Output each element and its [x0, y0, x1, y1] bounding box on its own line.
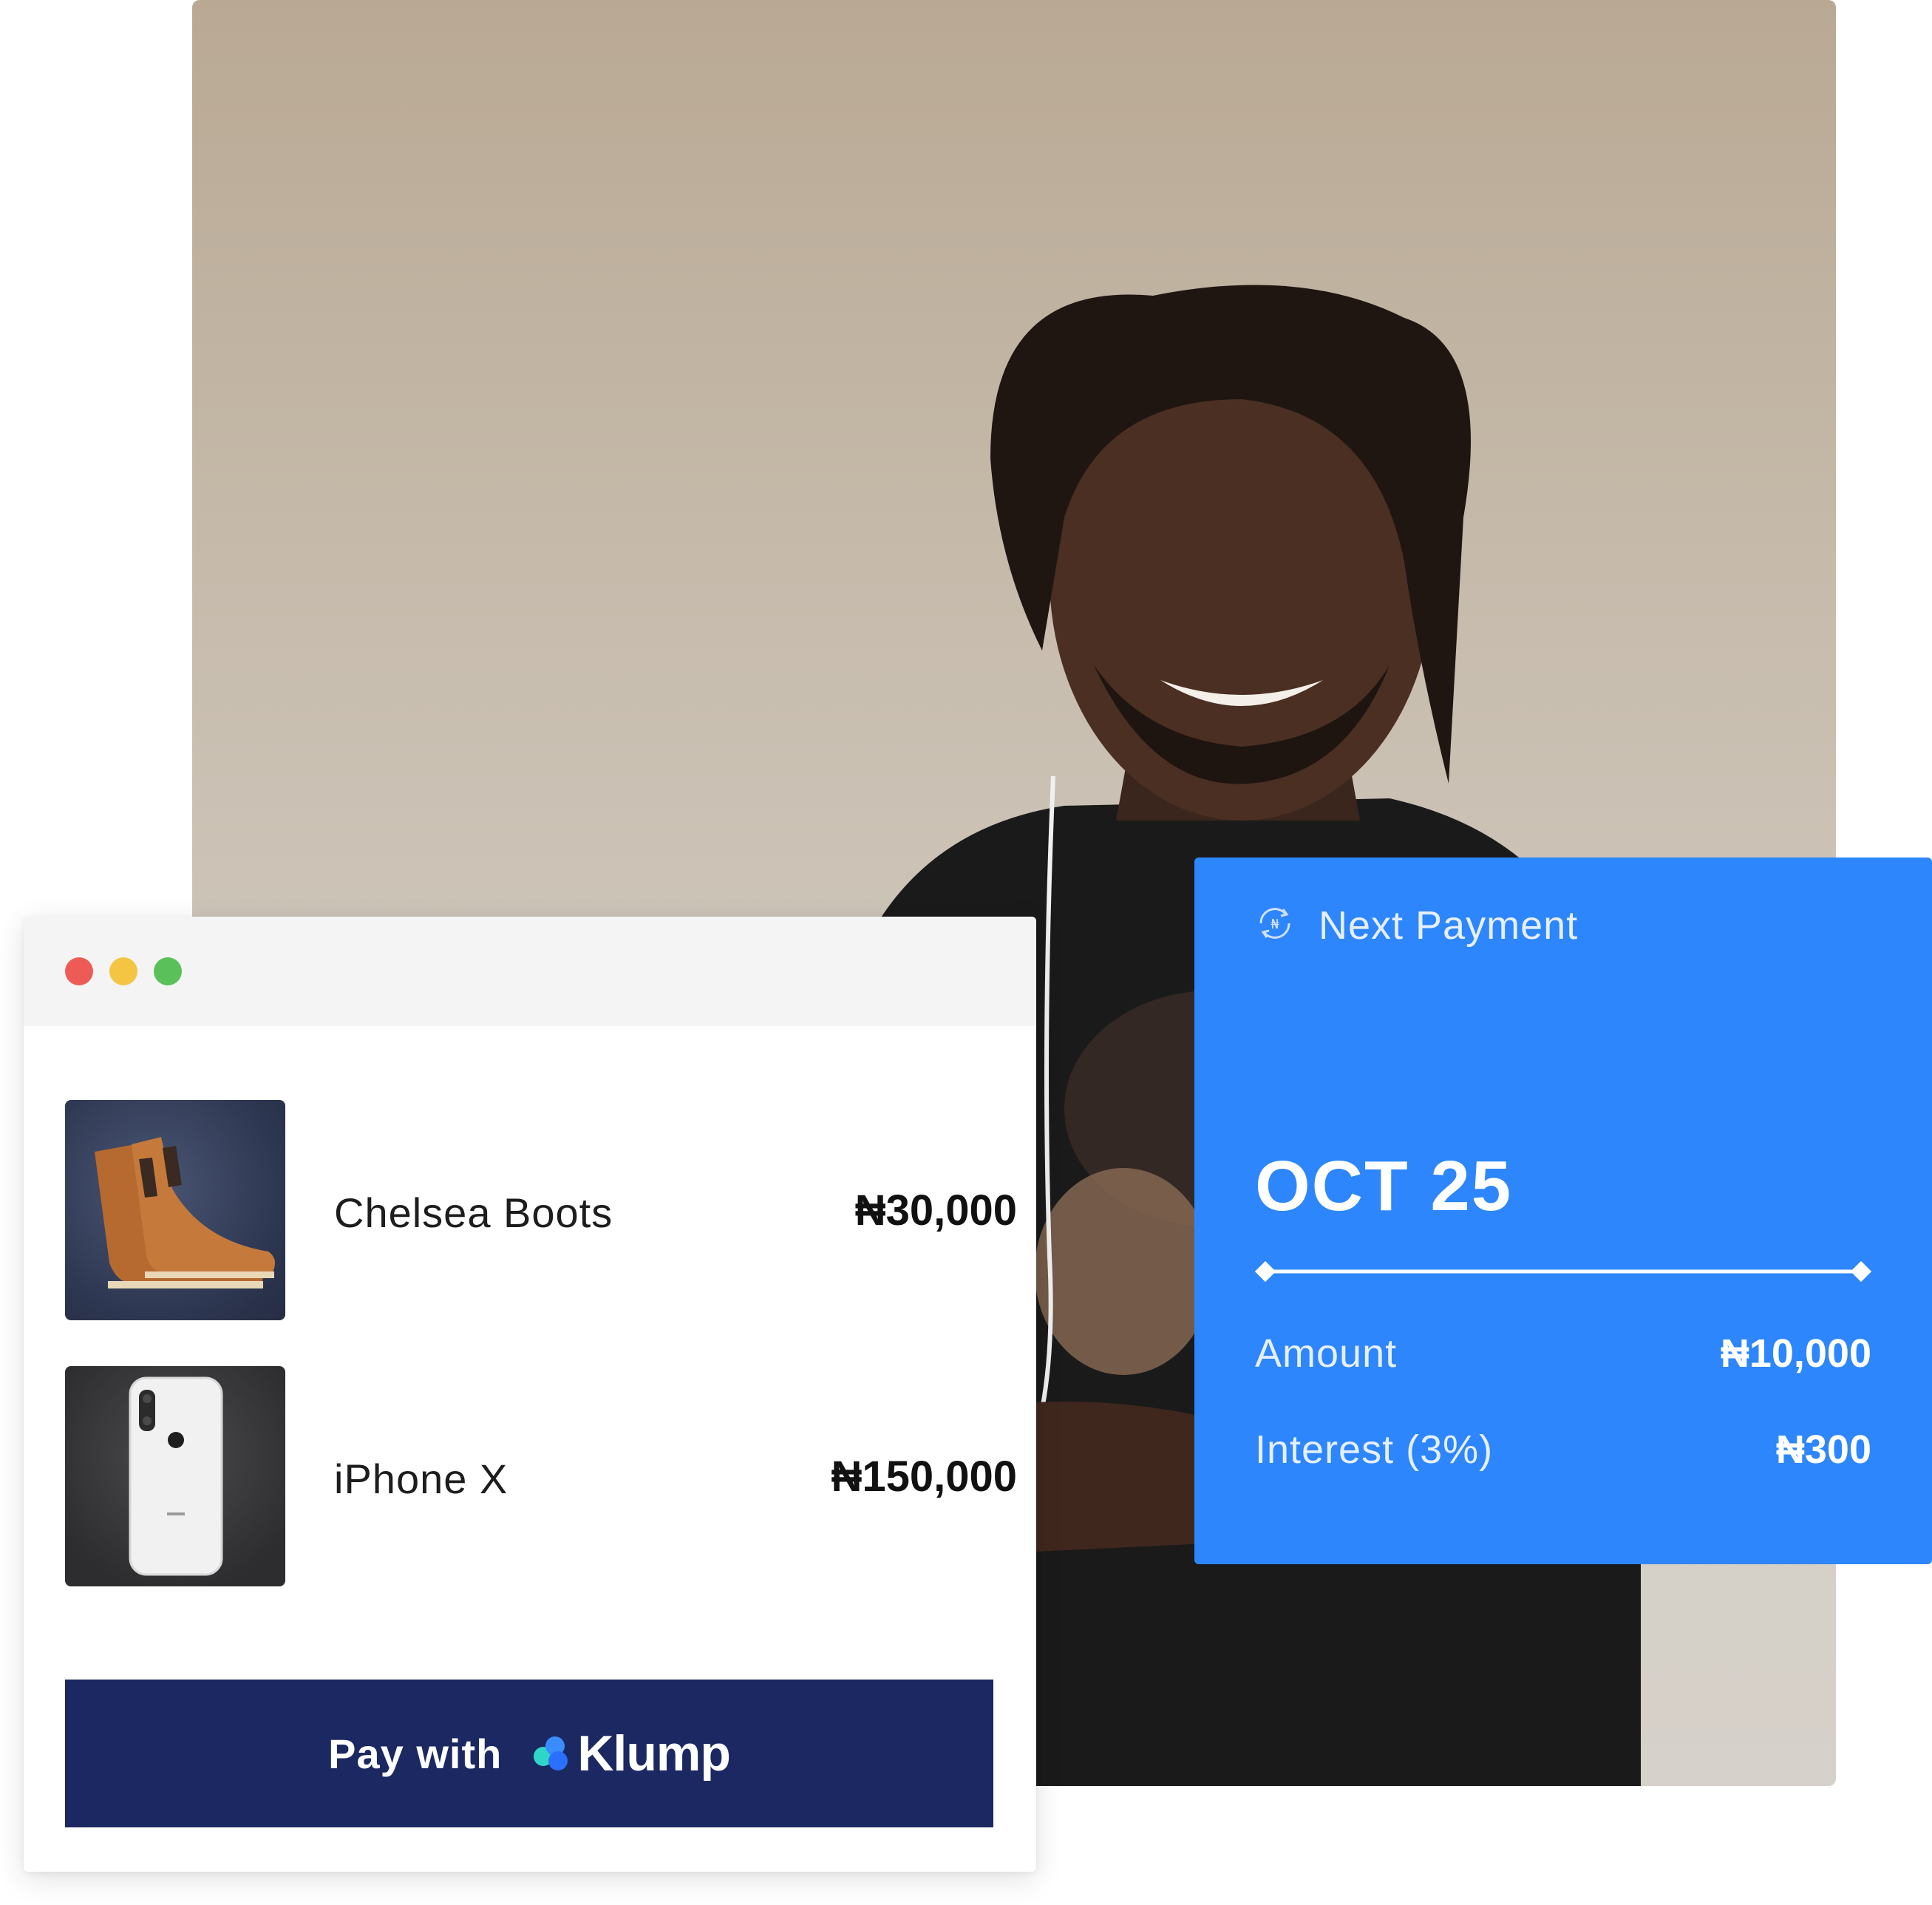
svg-text:₦: ₦: [1271, 917, 1279, 932]
cart-item-iphone-x[interactable]: iPhone X ₦150,000: [65, 1366, 1017, 1586]
next-payment-date: OCT 25: [1255, 1147, 1513, 1226]
interest-row: Interest (3%) ₦300: [1255, 1427, 1871, 1473]
next-payment-header: ₦ Next Payment: [1254, 902, 1578, 948]
cart-item-chelsea-boots[interactable]: Chelsea Boots ₦30,000: [65, 1100, 1017, 1320]
close-window-dot[interactable]: [65, 957, 93, 985]
stage: Chelsea Boots ₦30,000 iPhone X ₦150,000 …: [0, 0, 1932, 1905]
naira-cycle-icon: ₦: [1254, 902, 1296, 948]
interest-value: ₦300: [1775, 1427, 1871, 1472]
pay-with-klump-button[interactable]: Pay with Klump: [65, 1680, 993, 1827]
payment-timeline: [1254, 1260, 1872, 1283]
klump-logo-icon: [534, 1736, 568, 1770]
maximize-window-dot[interactable]: [154, 957, 182, 985]
amount-label: Amount: [1255, 1331, 1398, 1376]
next-payment-title: Next Payment: [1319, 903, 1579, 948]
klump-logo: Klump: [528, 1725, 731, 1782]
checkout-window: Chelsea Boots ₦30,000 iPhone X ₦150,000 …: [24, 917, 1036, 1872]
pay-button-label: Pay with: [328, 1730, 503, 1777]
iphone-x-image: [65, 1366, 285, 1586]
item-price: ₦150,000: [831, 1453, 1017, 1501]
item-price: ₦30,000: [854, 1186, 1017, 1235]
window-titlebar: [24, 917, 1036, 1026]
next-payment-card: ₦ Next Payment OCT 25 Amount ₦10,000 Int…: [1194, 858, 1932, 1564]
item-name: iPhone X: [334, 1456, 508, 1502]
chelsea-boots-image: [65, 1100, 285, 1320]
amount-row: Amount ₦10,000: [1255, 1331, 1871, 1376]
minimize-window-dot[interactable]: [109, 957, 137, 985]
item-name: Chelsea Boots: [334, 1189, 613, 1236]
amount-value: ₦10,000: [1720, 1331, 1871, 1376]
interest-label: Interest (3%): [1255, 1427, 1494, 1472]
klump-wordmark: Klump: [577, 1725, 731, 1782]
